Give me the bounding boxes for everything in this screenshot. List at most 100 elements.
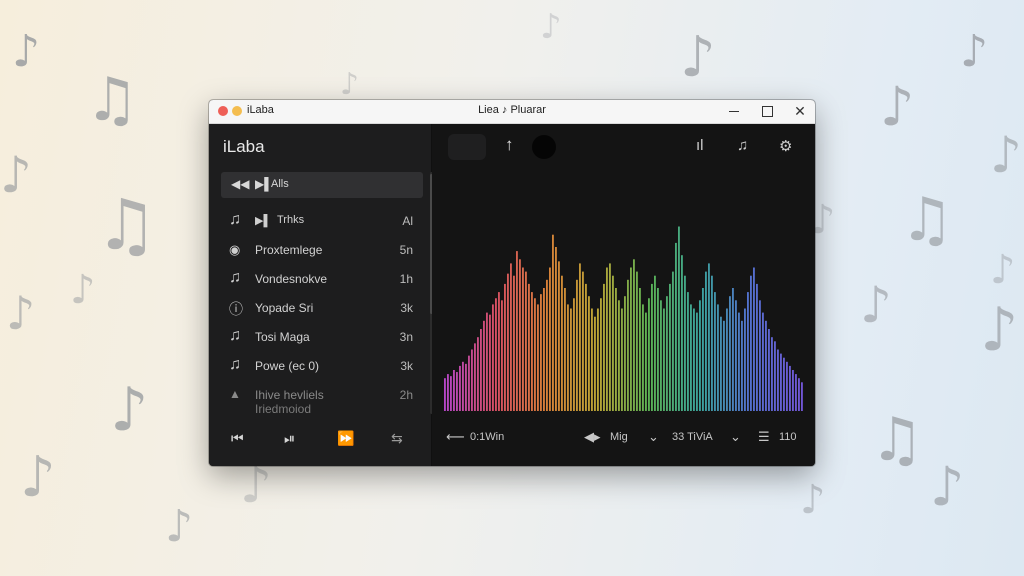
sidebar-item-proxtemlege[interactable]: ◉ Proxtemlege 5n [209, 237, 431, 263]
background-music-note-icon: ♪ [6, 286, 36, 340]
spectrum-bar [456, 372, 458, 411]
sidebar-item-count: 3k [400, 359, 413, 373]
view-toggle[interactable] [448, 134, 486, 160]
spectrum-bar [516, 251, 518, 411]
spectrum-bar [501, 300, 503, 411]
sidebar-item-count: 5n [399, 243, 413, 257]
spectrum-bar [645, 312, 647, 411]
sidebar-item-ihive[interactable]: ▲ Ihive hevliels Iriedmoiod 2h [209, 382, 431, 416]
spectrum-bar [639, 288, 641, 411]
close-icon: ✕ [794, 103, 806, 119]
fast-forward-button[interactable]: ⏩ [337, 430, 354, 447]
spectrum-bar [504, 283, 506, 411]
background-music-note-icon: ♪ [930, 455, 965, 518]
maximize-icon [761, 106, 773, 117]
sidebar-item-label: Powe (ec 0) [255, 359, 320, 373]
spectrum-bar [627, 279, 629, 411]
spectrum-bar [576, 279, 578, 411]
sidebar-item-all[interactable]: ◀◀ ▶▌ Alls [221, 172, 423, 198]
spectrum-bar [549, 267, 551, 411]
sidebar-item-label: Yopade Sri [255, 301, 314, 315]
spectrum-bar [678, 226, 680, 411]
chevron-down-icon[interactable]: ⌄ [648, 429, 659, 445]
background-music-note-icon: ♪ [860, 276, 892, 334]
sidebar-item-sublabel: Iriedmoiod [255, 402, 312, 416]
bottom-bar: ⟵ 0:1Win ◀▸ Mig ⌄ 33 TiViA ⌄ ☰ 110 [432, 424, 815, 452]
spectrum-bar [492, 304, 494, 411]
settings-icon[interactable]: ⚙ [779, 137, 792, 155]
spectrum-bar [621, 308, 623, 411]
main-panel: ↑ ıl ♫ ⚙ ⟵ 0:1Win ◀▸ Mig ⌄ 33 TiViA ⌄ ☰ … [432, 124, 815, 466]
play-pause-button[interactable]: ⏯ [284, 430, 295, 447]
minimize-button[interactable] [719, 100, 749, 123]
sidebar-item-yopade[interactable]: ⓘ Yopade Sri 3k [209, 295, 431, 321]
maximize-button[interactable] [752, 100, 782, 123]
spectrum-bar [648, 298, 650, 411]
equalizer-icon[interactable]: ☰ [758, 429, 770, 445]
up-arrow-icon[interactable]: ↑ [505, 135, 514, 155]
spectrum-bar [783, 357, 785, 411]
close-button[interactable]: ✕ [785, 100, 815, 123]
record-button[interactable] [532, 135, 556, 159]
spectrum-bar [453, 370, 455, 411]
spectrum-bar [468, 355, 470, 411]
background-music-note-icon: ♪ [680, 25, 716, 90]
spectrum-bar [693, 308, 695, 411]
speaker-icon[interactable]: ◀▸ [584, 429, 601, 445]
chevron-down-icon[interactable]: ⌄ [730, 429, 741, 445]
sidebar: iLaba ◀◀ ▶▌ Alls ♫ ▶▌ Trhks Al ◉ Proxtem… [209, 124, 433, 466]
spectrum-bar [444, 378, 446, 411]
background-music-note-icon: ♪ [165, 501, 194, 552]
music-note-icon: ♫ [229, 211, 241, 228]
spectrum-bar [612, 275, 614, 411]
player-window: iLaba Liea ♪ Pluarar ✕ iLaba ◀◀ ▶▌ Alls … [209, 100, 815, 466]
skip-back-button[interactable]: ⏮ [231, 430, 244, 447]
rewind-icon: ◀◀ [231, 177, 250, 191]
spectrum-bar [720, 316, 722, 411]
sidebar-item-tracks[interactable]: ♫ ▶▌ Trhks Al [209, 208, 431, 234]
spectrum-bar [561, 275, 563, 411]
eye-icon: ◉ [229, 242, 241, 257]
spectrum-bar [603, 283, 605, 411]
spectrum-bar [591, 308, 593, 411]
background-music-note-icon: ♪ [990, 126, 1022, 184]
spectrum-bar [660, 300, 662, 411]
sidebar-item-label: Tosi Maga [255, 330, 310, 344]
spectrum-bar [600, 298, 602, 411]
spectrum-bar [690, 304, 692, 411]
spectrum-bar [507, 273, 509, 411]
playlist-icon[interactable]: ♫ [737, 137, 748, 154]
spectrum-bar [558, 261, 560, 411]
spectrum-bar [498, 292, 500, 411]
sidebar-title: iLaba [223, 137, 265, 156]
spectrum-bar [465, 363, 467, 411]
background-music-note-icon: ♫ [870, 405, 924, 475]
shuffle-button[interactable]: ⇆ [391, 430, 403, 447]
sidebar-item-count: 2h [399, 388, 413, 402]
spectrum-bar [738, 312, 740, 411]
spectrum-bar [681, 255, 683, 411]
spectrum-bar [747, 292, 749, 411]
background-music-note-icon: ♪ [540, 7, 562, 47]
spectrum-bar [450, 376, 452, 411]
spectrum-bar [759, 300, 761, 411]
sidebar-item-powe[interactable]: ♫ Powe (ec 0) 3k [209, 353, 431, 379]
spectrum-bar [717, 304, 719, 411]
sidebar-item-vondesnokve[interactable]: ♫ Vondesnokve 1h [209, 266, 431, 292]
spectrum-bar [519, 259, 521, 411]
spectrum-bar [762, 312, 764, 411]
back-icon[interactable]: ⟵ [446, 429, 465, 445]
music-note-icon: ♫ [229, 327, 241, 344]
spectrum-bar [630, 267, 632, 411]
background-music-note-icon: ♫ [85, 65, 139, 135]
spectrum-bar [771, 337, 773, 411]
spectrum-bar [705, 271, 707, 411]
sidebar-item-tosi-maga[interactable]: ♫ Tosi Maga 3n [209, 324, 431, 350]
spectrum-bar [723, 320, 725, 411]
spectrum-bar [642, 304, 644, 411]
spectrum-bar [579, 263, 581, 411]
waveform-icon[interactable]: ıl [696, 137, 704, 154]
spectrum-bar [774, 341, 776, 411]
spectrum-bar [702, 288, 704, 411]
spectrum-bar [735, 300, 737, 411]
